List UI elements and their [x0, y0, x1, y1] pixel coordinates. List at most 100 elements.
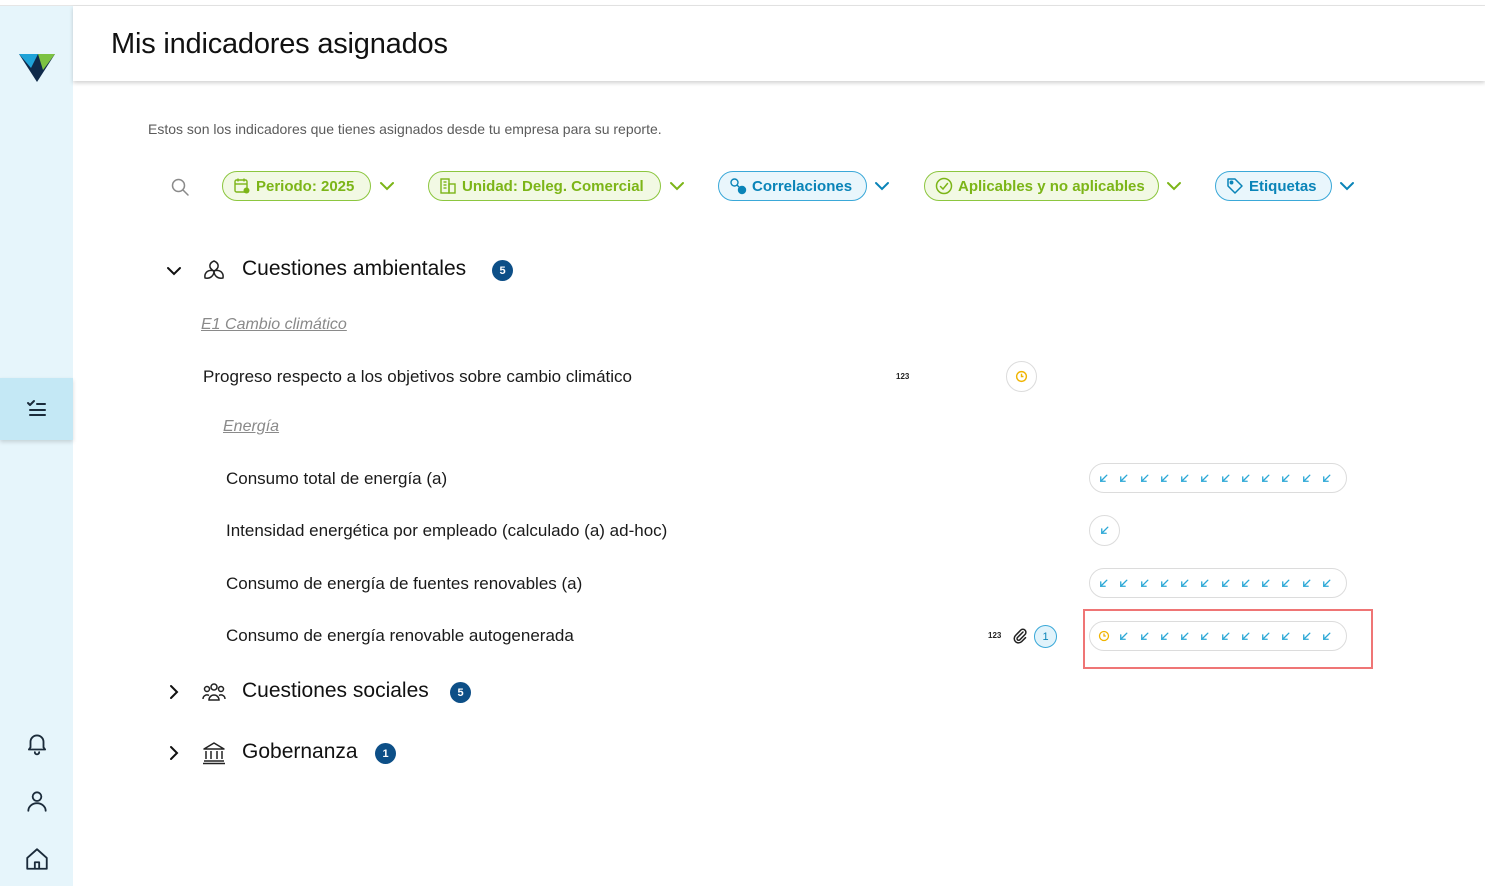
section-gobernanza-toggle[interactable]	[164, 743, 184, 763]
period-status[interactable]	[1240, 576, 1260, 590]
period-status[interactable]	[1301, 471, 1321, 485]
chevron-down-icon[interactable]	[873, 178, 891, 194]
search-icon[interactable]	[170, 177, 190, 197]
arrow-down-left-icon	[1120, 579, 1128, 587]
tag-icon	[1227, 178, 1243, 194]
page-subtitle: Estos son los indicadores que tienes asi…	[148, 121, 662, 137]
user-icon	[27, 791, 47, 812]
period-status[interactable]	[1179, 576, 1199, 590]
paperclip-icon[interactable]	[1012, 627, 1028, 645]
clock-icon	[1015, 370, 1028, 383]
period-status[interactable]	[1098, 576, 1118, 590]
arrow-down-left-icon	[1101, 526, 1109, 534]
section-gobernanza-count: 1	[375, 743, 396, 764]
indicator-progreso[interactable]: Progreso respecto a los objetivos sobre …	[203, 367, 632, 387]
filter-aplicables-label: Aplicables y no aplicables	[958, 177, 1145, 195]
section-sociales-toggle[interactable]	[164, 682, 184, 702]
bell-icon	[27, 734, 47, 756]
period-status[interactable]	[1321, 471, 1341, 485]
period-status-bar	[1089, 568, 1347, 598]
period-status[interactable]	[1240, 471, 1260, 485]
sidebar-item-home[interactable]	[22, 844, 52, 874]
indicator-intensidad[interactable]: Intensidad energética por empleado (calc…	[226, 521, 667, 541]
arrow-down-left-icon	[1160, 579, 1169, 587]
arrow-down-left-icon	[1160, 474, 1169, 482]
period-status[interactable]	[1220, 576, 1240, 590]
arrow-down-left-icon	[1282, 579, 1290, 587]
period-status[interactable]	[1159, 576, 1179, 590]
sidebar-item-indicators[interactable]	[0, 378, 73, 440]
correlation-icon	[730, 178, 747, 195]
period-status-bar	[1089, 463, 1347, 493]
arrow-down-left-icon	[1221, 474, 1229, 482]
period-status[interactable]	[1139, 471, 1159, 485]
filter-etiquetas-label: Etiquetas	[1249, 177, 1317, 195]
page-title: Mis indicadores asignados	[111, 28, 448, 60]
period-status[interactable]	[1321, 576, 1341, 590]
period-status[interactable]	[1199, 576, 1219, 590]
period-status[interactable]	[1280, 471, 1300, 485]
filter-unidad[interactable]: Unidad: Deleg. Comercial	[428, 171, 661, 201]
period-status[interactable]	[1089, 515, 1120, 546]
section-sociales-count: 5	[450, 682, 471, 703]
section-sociales-title[interactable]: Cuestiones sociales	[242, 679, 429, 703]
section-ambientales-title[interactable]: Cuestiones ambientales	[242, 257, 466, 281]
highlight-box	[1083, 609, 1373, 669]
group-energia-link[interactable]: Energía	[223, 418, 279, 436]
arrow-down-left-icon	[1262, 474, 1270, 482]
chevron-down-icon[interactable]	[1338, 178, 1356, 194]
indicator-renovables[interactable]: Consumo de energía de fuentes renovables…	[226, 574, 582, 594]
group-e1-link[interactable]: E1 Cambio climático	[201, 316, 347, 334]
period-status[interactable]	[1260, 576, 1280, 590]
attachments-count[interactable]: 1	[1034, 625, 1057, 648]
status-pending[interactable]	[1006, 361, 1037, 392]
sidebar	[0, 6, 73, 886]
period-status[interactable]	[1301, 576, 1321, 590]
period-status[interactable]	[1159, 471, 1179, 485]
filter-unidad-label: Unidad: Deleg. Comercial	[462, 177, 644, 195]
logo[interactable]	[18, 48, 56, 84]
period-status[interactable]	[1280, 576, 1300, 590]
filter-periodo[interactable]: Periodo: 2025	[222, 171, 371, 201]
arrow-down-left-icon	[1120, 474, 1128, 482]
period-status[interactable]	[1098, 471, 1118, 485]
filter-correlaciones[interactable]: Correlaciones	[718, 171, 867, 201]
sidebar-item-profile[interactable]	[22, 786, 52, 816]
arrow-down-left-icon	[1100, 579, 1108, 587]
indicator-autogenerada[interactable]: Consumo de energía renovable autogenerad…	[226, 626, 574, 646]
arrow-down-left-icon	[1241, 579, 1250, 587]
home-icon	[26, 848, 48, 870]
arrow-down-left-icon	[1322, 579, 1331, 587]
period-status[interactable]	[1118, 576, 1138, 590]
arrow-down-left-icon	[1201, 474, 1209, 482]
period-status[interactable]	[1260, 471, 1280, 485]
filter-correlaciones-label: Correlaciones	[752, 177, 853, 195]
period-status[interactable]	[1220, 471, 1240, 485]
arrow-down-left-icon	[1221, 579, 1229, 587]
period-status[interactable]	[1179, 471, 1199, 485]
filter-etiquetas[interactable]: Etiquetas	[1215, 171, 1332, 201]
sidebar-item-notifications[interactable]	[22, 728, 52, 758]
people-icon	[202, 683, 226, 701]
chevron-down-icon[interactable]	[378, 178, 396, 194]
period-status[interactable]	[1118, 471, 1138, 485]
page-header: Mis indicadores asignados	[73, 6, 1485, 81]
building-icon	[440, 178, 456, 194]
arrow-down-left-icon	[1100, 474, 1108, 482]
leaf-icon	[204, 260, 224, 279]
bank-icon	[203, 742, 225, 765]
arrow-down-left-icon	[1262, 579, 1270, 587]
arrow-down-left-icon	[1282, 474, 1290, 482]
numeric-type-tag: 123	[896, 372, 910, 381]
arrow-down-left-icon	[1181, 579, 1189, 587]
arrow-down-left-icon	[1241, 474, 1250, 482]
section-ambientales-toggle[interactable]	[164, 261, 184, 281]
arrow-down-left-icon	[1201, 579, 1209, 587]
chevron-down-icon[interactable]	[668, 178, 686, 194]
period-status[interactable]	[1139, 576, 1159, 590]
section-gobernanza-title[interactable]: Gobernanza	[242, 740, 358, 764]
chevron-down-icon[interactable]	[1165, 178, 1183, 194]
period-status[interactable]	[1199, 471, 1219, 485]
filter-aplicables[interactable]: Aplicables y no aplicables	[924, 171, 1159, 201]
indicator-consumo-total[interactable]: Consumo total de energía (a)	[226, 469, 447, 489]
